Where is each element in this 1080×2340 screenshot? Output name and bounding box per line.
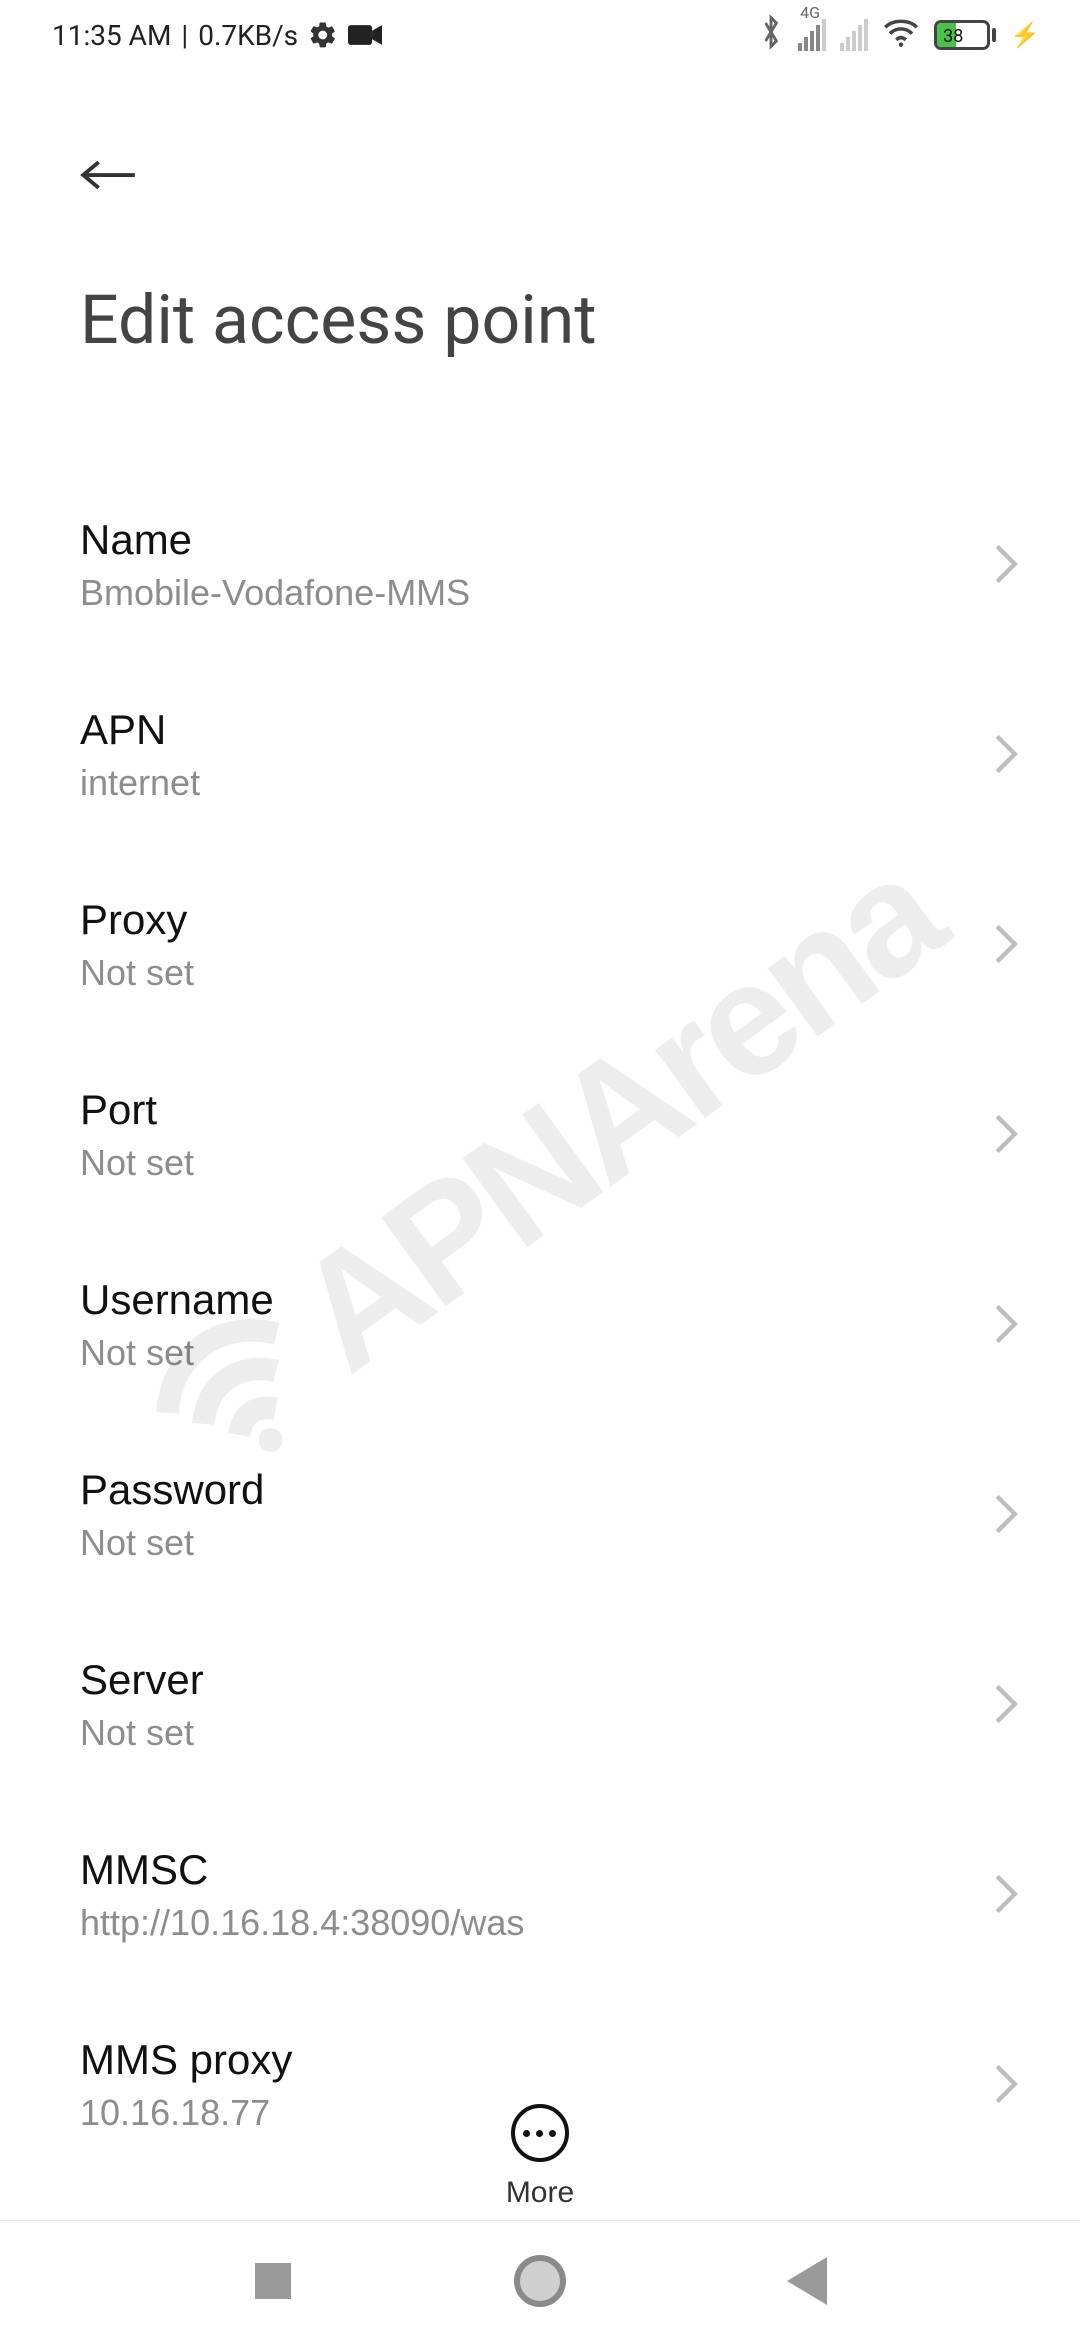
more-icon <box>511 2104 569 2162</box>
setting-label: MMS proxy <box>80 2036 992 2084</box>
status-time: 11:35 AM <box>52 19 171 52</box>
signal-sim2-icon <box>840 19 868 51</box>
nav-back-button[interactable] <box>767 2241 847 2321</box>
setting-label: Port <box>80 1086 992 1134</box>
header: Edit access point <box>0 70 1080 370</box>
battery-icon: 38 <box>934 20 996 50</box>
setting-value: Bmobile-Vodafone-MMS <box>80 572 992 614</box>
setting-label: Proxy <box>80 896 992 944</box>
setting-value: internet <box>80 762 992 804</box>
square-icon <box>255 2263 291 2299</box>
setting-label: Name <box>80 516 992 564</box>
setting-row-server[interactable]: Server Not set <box>0 1610 1080 1800</box>
charging-icon: ⚡ <box>1010 21 1040 49</box>
chevron-right-icon <box>992 732 1020 779</box>
chevron-right-icon <box>992 2062 1020 2109</box>
bluetooth-icon <box>758 14 784 57</box>
setting-row-apn[interactable]: APN internet <box>0 660 1080 850</box>
setting-value: Not set <box>80 952 992 994</box>
setting-value: http://10.16.18.4:38090/was <box>80 1902 992 1944</box>
wifi-icon <box>882 17 920 54</box>
status-bar: 11:35 AM | 0.7KB/s 4G 38 ⚡ <box>0 0 1080 70</box>
settings-list: Name Bmobile-Vodafone-MMS APN internet P… <box>0 470 1080 2135</box>
page-title: Edit access point <box>80 280 1000 360</box>
circle-icon <box>514 2255 566 2307</box>
bottom-action-bar: More <box>0 2103 1080 2210</box>
signal-sim1-icon: 4G <box>798 19 826 51</box>
chevron-right-icon <box>992 1302 1020 1349</box>
chevron-right-icon <box>992 1492 1020 1539</box>
more-button[interactable]: More <box>506 2104 574 2210</box>
chevron-right-icon <box>992 922 1020 969</box>
more-label: More <box>506 2176 574 2210</box>
back-button[interactable] <box>74 140 144 210</box>
triangle-left-icon <box>787 2257 827 2305</box>
network-type-label: 4G <box>800 3 820 22</box>
setting-value: Not set <box>80 1142 992 1184</box>
chevron-right-icon <box>992 1682 1020 1729</box>
setting-label: MMSC <box>80 1846 992 1894</box>
nav-home-button[interactable] <box>500 2241 580 2321</box>
setting-row-proxy[interactable]: Proxy Not set <box>0 850 1080 1040</box>
setting-label: Server <box>80 1656 992 1704</box>
setting-row-username[interactable]: Username Not set <box>0 1230 1080 1420</box>
setting-row-name[interactable]: Name Bmobile-Vodafone-MMS <box>0 470 1080 660</box>
setting-value: Not set <box>80 1332 992 1374</box>
setting-row-mmsc[interactable]: MMSC http://10.16.18.4:38090/was <box>0 1800 1080 1990</box>
setting-value: Not set <box>80 1712 992 1754</box>
chevron-right-icon <box>992 542 1020 589</box>
chevron-right-icon <box>992 1872 1020 1919</box>
gear-icon <box>308 20 338 50</box>
setting-label: APN <box>80 706 992 754</box>
navigation-bar <box>0 2220 1080 2340</box>
nav-recents-button[interactable] <box>233 2241 313 2321</box>
setting-label: Username <box>80 1276 992 1324</box>
status-data-rate: 0.7KB/s <box>198 19 298 52</box>
chevron-right-icon <box>992 1112 1020 1159</box>
setting-value: Not set <box>80 1522 992 1564</box>
setting-label: Password <box>80 1466 992 1514</box>
battery-percent: 38 <box>943 26 963 47</box>
status-separator: | <box>181 19 188 52</box>
setting-row-password[interactable]: Password Not set <box>0 1420 1080 1610</box>
setting-row-port[interactable]: Port Not set <box>0 1040 1080 1230</box>
camera-icon <box>348 23 382 47</box>
